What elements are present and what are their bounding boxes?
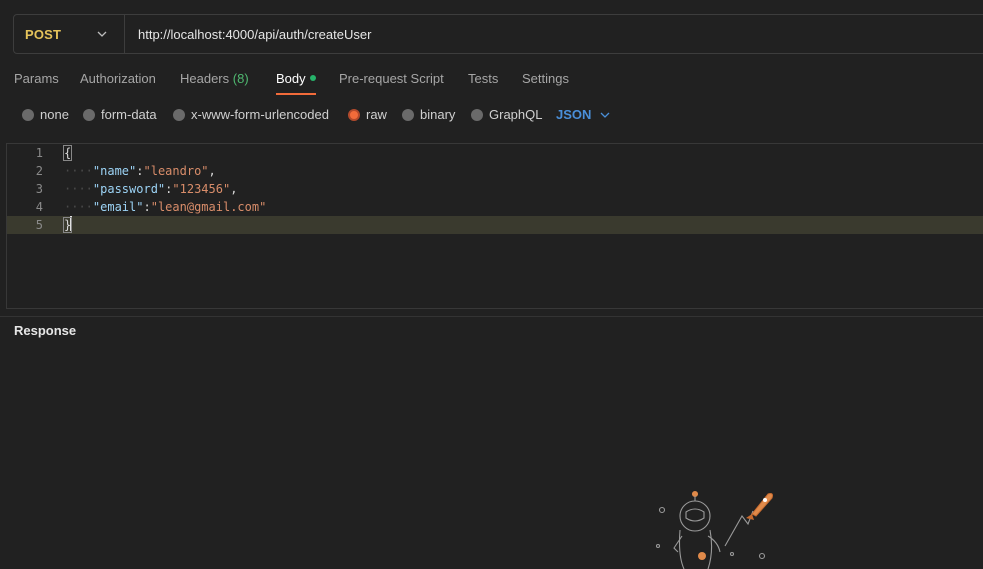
raw-language-select[interactable]: JSON [556, 107, 611, 122]
body-type-x-www-form-urlencoded[interactable]: x-www-form-urlencoded [173, 107, 329, 122]
json-value: "123456" [172, 182, 231, 196]
chevron-down-icon [600, 112, 610, 118]
radio-graphql[interactable] [471, 108, 483, 121]
indent-whitespace: ···· [64, 164, 93, 178]
line-number: 3 [35, 182, 43, 196]
body-type-none[interactable]: none [22, 107, 69, 122]
json-value: "lean@gmail.com" [150, 200, 267, 214]
body-type-selector: none form-data x-www-form-urlencoded raw… [0, 104, 983, 126]
json-key: "password" [92, 182, 166, 196]
json-value: "leandro" [143, 164, 209, 178]
panel-divider[interactable] [0, 316, 983, 317]
tab-params[interactable]: Params [14, 71, 59, 86]
editor-line: 4 ····"email":"lean@gmail.com" [7, 198, 983, 216]
tab-settings[interactable]: Settings [522, 71, 569, 86]
line-number: 5 [35, 218, 43, 232]
json-key: "name" [92, 164, 137, 178]
chevron-down-icon [97, 31, 107, 37]
json-key: "email" [92, 200, 144, 214]
open-brace: { [62, 145, 73, 161]
body-type-label: x-www-form-urlencoded [191, 107, 329, 122]
editor-line: 2 ····"name":"leandro", [7, 162, 983, 180]
indent-whitespace: ···· [64, 200, 93, 214]
editor-line: 3 ····"password":"123456", [7, 180, 983, 198]
tab-tests[interactable]: Tests [468, 71, 498, 86]
line-number: 2 [35, 164, 43, 178]
json-comma: , [230, 182, 238, 196]
editor-line-current: 5 } [7, 216, 983, 234]
radio-x-www-form-urlencoded[interactable] [173, 108, 185, 121]
body-indicator-dot [309, 75, 316, 81]
headers-count: (8) [232, 71, 249, 86]
indent-whitespace: ···· [64, 182, 93, 196]
json-comma: , [208, 164, 216, 178]
tab-headers[interactable]: Headers (8) [180, 71, 249, 86]
tab-authorization[interactable]: Authorization [80, 71, 156, 86]
body-type-label: GraphQL [489, 107, 543, 122]
body-type-form-data[interactable]: form-data [83, 107, 157, 122]
radio-raw[interactable] [348, 108, 360, 121]
method-label: POST [25, 26, 62, 42]
tab-headers-label: Headers [180, 71, 230, 86]
url-input[interactable]: http://localhost:4000/api/auth/createUse… [125, 27, 371, 42]
line-number: 4 [35, 200, 43, 214]
active-tab-underline [276, 93, 316, 95]
body-type-label: none [40, 107, 69, 122]
text-cursor [70, 216, 73, 231]
body-type-label: raw [366, 107, 387, 122]
body-type-graphql[interactable]: GraphQL [471, 107, 542, 122]
body-type-label: binary [420, 107, 456, 122]
tab-pre-request-script[interactable]: Pre-request Script [339, 71, 444, 86]
body-type-raw[interactable]: raw [348, 107, 387, 122]
tab-body-label: Body [276, 71, 306, 86]
line-number: 1 [35, 146, 43, 160]
editor-line: 1 { [7, 144, 983, 162]
response-title: Response [14, 323, 77, 338]
request-tabs: Params Authorization Headers (8) Body Pr… [0, 64, 983, 96]
url-bar: POST http://localhost:4000/api/auth/crea… [13, 14, 983, 54]
radio-form-data[interactable] [83, 108, 95, 121]
method-select[interactable]: POST [14, 15, 125, 53]
radio-none[interactable] [22, 108, 34, 121]
body-type-label: form-data [101, 107, 157, 122]
astronaut-rocket-icon [655, 490, 773, 569]
tab-body[interactable]: Body [276, 71, 316, 86]
body-type-binary[interactable]: binary [402, 107, 455, 122]
body-code-editor[interactable]: 1 { 2 ····"name":"leandro", 3 ····"passw… [6, 143, 983, 309]
raw-language-label: JSON [556, 107, 592, 122]
radio-binary[interactable] [402, 108, 414, 121]
